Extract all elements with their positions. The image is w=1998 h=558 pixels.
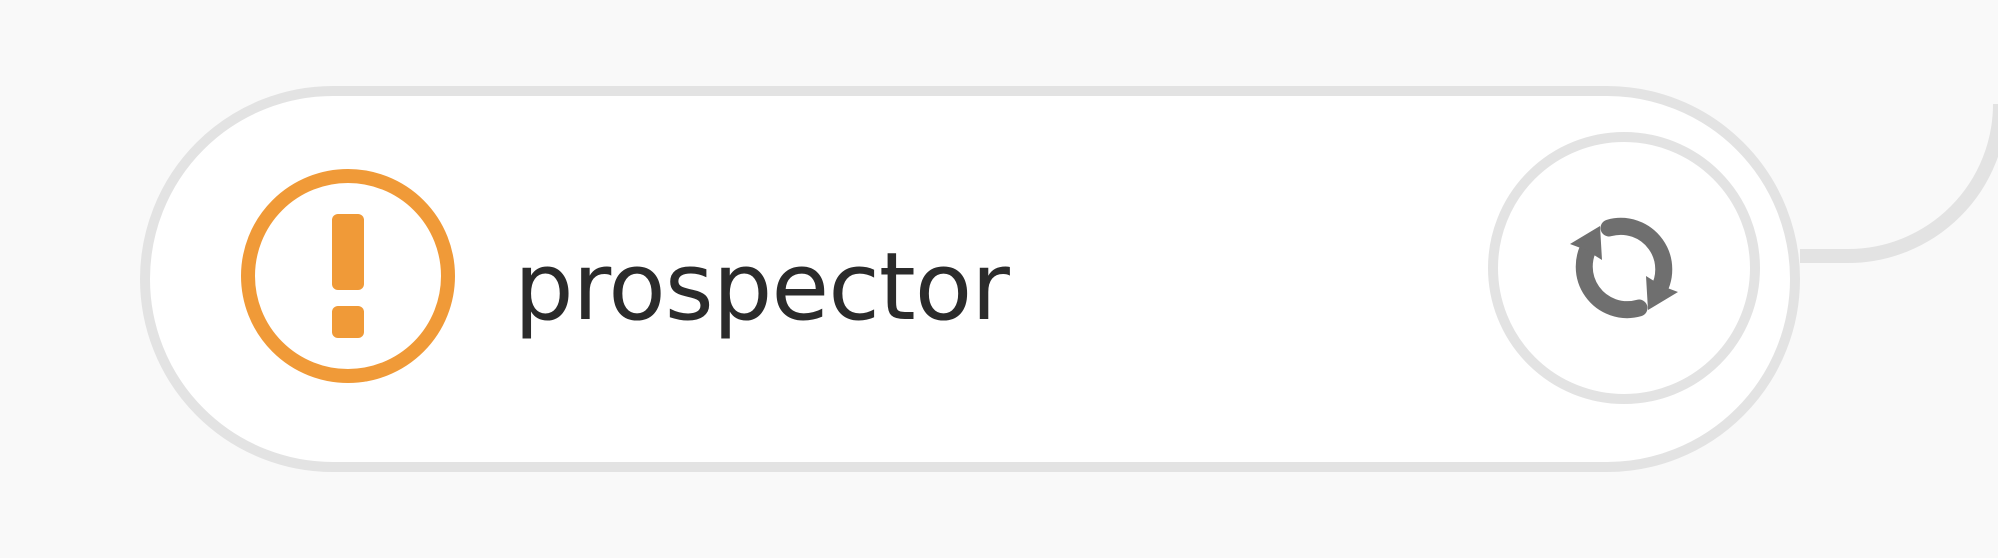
refresh-button[interactable] [1488, 132, 1760, 404]
exclamation-circle-icon [241, 169, 455, 383]
workflow-canvas: prospector [0, 0, 1998, 558]
node-name: prospector [514, 233, 1010, 342]
refresh-icon [1570, 217, 1678, 319]
